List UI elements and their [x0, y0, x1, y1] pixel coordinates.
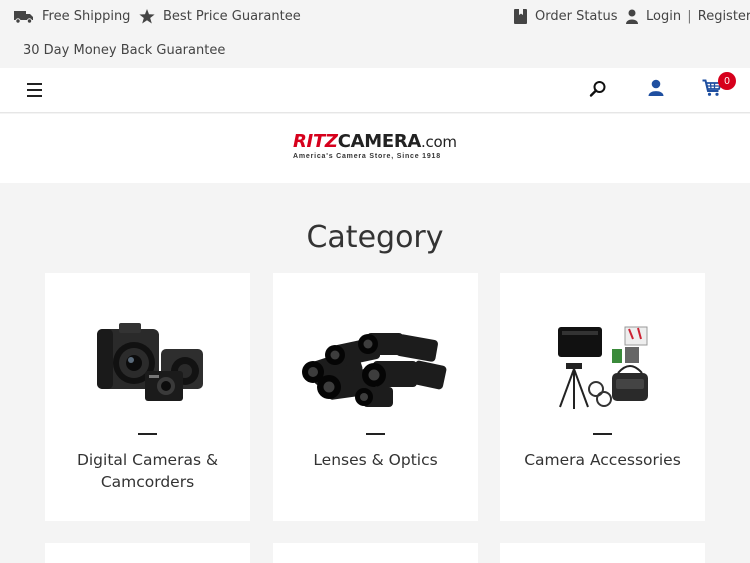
category-label: Lenses & Optics	[313, 451, 438, 469]
cameras-image	[97, 323, 203, 401]
truck-icon	[14, 10, 33, 24]
top-info-bar: Free Shipping Best Price Guarantee 30 Da…	[0, 0, 750, 68]
logo-brand-suffix: .com	[421, 133, 457, 151]
category-card-accessories[interactable]: Camera Accessories	[500, 273, 705, 521]
free-shipping-label: Free Shipping	[42, 9, 131, 24]
order-status-label: Order Status	[535, 9, 618, 24]
accessories-image	[558, 326, 648, 409]
logo-brand-red: RITZ	[293, 131, 338, 152]
cart-count-badge: 0	[718, 72, 736, 90]
category-label: Digital Cameras & Camcorders	[76, 451, 219, 491]
category-card-row2-2[interactable]	[273, 543, 478, 563]
best-price-label: Best Price Guarantee	[163, 9, 301, 24]
login-link[interactable]: Login	[646, 9, 681, 24]
category-card-row2-1[interactable]	[45, 543, 250, 563]
card-divider	[593, 433, 612, 435]
card-divider	[138, 433, 157, 435]
menu-icon[interactable]	[27, 83, 42, 97]
money-back-notice: 30 Day Money Back Guarantee	[23, 43, 225, 58]
logo-band: RITZCAMERA.com America's Camera Store, S…	[0, 114, 750, 183]
category-label: Camera Accessories	[524, 451, 681, 469]
logo-brand-dark: CAMERA	[337, 131, 422, 152]
lenses-image	[302, 333, 447, 407]
money-back-label: 30 Day Money Back Guarantee	[23, 43, 226, 58]
category-card-row2-3[interactable]	[500, 543, 705, 563]
best-price-notice: Best Price Guarantee	[139, 9, 301, 24]
login-register-separator: |	[687, 9, 692, 24]
order-book-icon	[514, 9, 527, 24]
free-shipping-notice: Free Shipping	[14, 9, 130, 24]
search-icon[interactable]	[589, 80, 607, 98]
register-link[interactable]: Register	[698, 9, 750, 24]
person-icon	[626, 9, 638, 24]
star-icon	[139, 9, 155, 24]
main-nav-bar	[0, 68, 750, 113]
card-divider	[366, 433, 385, 435]
ritz-camera-logo[interactable]: RITZCAMERA.com America's Camera Store, S…	[293, 132, 461, 164]
order-status-link[interactable]: Order Status	[514, 9, 618, 24]
account-links: Login | Register	[626, 9, 750, 24]
category-card-lenses[interactable]: Lenses & Optics	[273, 273, 478, 521]
user-icon[interactable]	[647, 79, 665, 97]
logo-tagline: America's Camera Store, Since 1918	[293, 153, 441, 160]
category-heading: Category	[306, 220, 444, 255]
category-card-digital-cameras[interactable]: Digital Cameras & Camcorders	[45, 273, 250, 521]
